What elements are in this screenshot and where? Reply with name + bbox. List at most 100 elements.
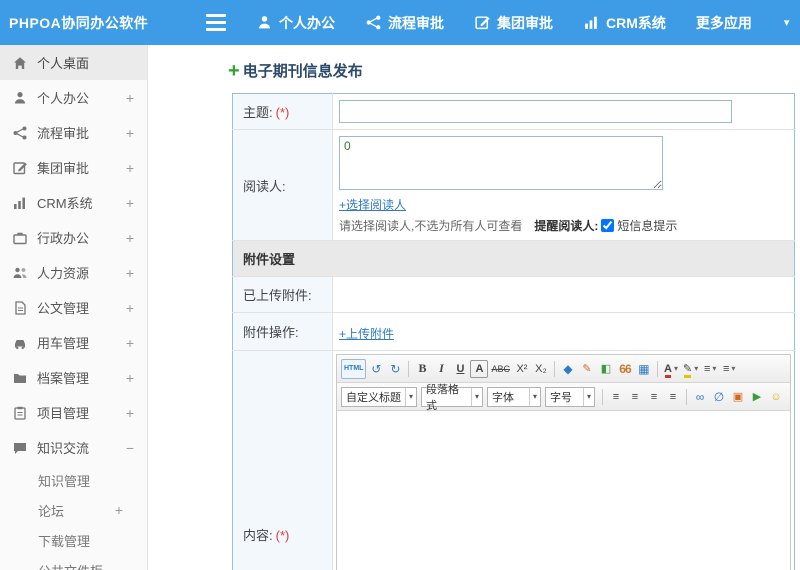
expand-icon[interactable]: + — [126, 195, 134, 211]
unordered-list-button[interactable]: ≡ ▾ — [720, 359, 738, 379]
unlink-button[interactable]: ∅ — [710, 387, 728, 407]
expand-icon[interactable]: + — [126, 125, 134, 141]
blockquote-button[interactable]: 66 — [616, 359, 634, 379]
clipboard-icon — [12, 405, 28, 421]
readers-textarea[interactable]: 0 — [339, 136, 663, 190]
chevron-down-icon: ▾ — [470, 387, 482, 406]
italic-button[interactable]: I — [432, 359, 450, 379]
sidebar-item-vehicle-mgmt[interactable]: 用车管理 + — [0, 325, 147, 360]
format-painter-button[interactable]: ✎ — [578, 359, 596, 379]
attachment-operation-row: 附件操作: +上传附件 — [232, 312, 795, 351]
subject-row: 主题: (*) — [232, 93, 795, 130]
collapse-icon[interactable]: − — [126, 440, 134, 456]
paragraph-format-select[interactable]: 段落格式 ▾ — [421, 384, 483, 410]
sidebar-item-forum[interactable]: 论坛 + — [0, 495, 147, 525]
ordered-list-button[interactable]: ≡ ▾ — [701, 359, 719, 379]
font-size-select[interactable]: 字号 ▾ — [545, 386, 595, 407]
font-family-select[interactable]: 字体 ▾ — [487, 386, 541, 407]
menu-toggle-icon[interactable] — [206, 14, 226, 31]
edit-square-icon — [474, 14, 491, 31]
sidebar-item-admin-office[interactable]: 行政办公 + — [0, 220, 147, 255]
nav-personal-office[interactable]: 个人办公 — [256, 13, 335, 33]
upload-attachment-link[interactable]: +上传附件 — [339, 325, 394, 342]
sidebar-item-document-mgmt[interactable]: 公文管理 + — [0, 290, 147, 325]
sidebar-item-project-mgmt[interactable]: 项目管理 + — [0, 395, 147, 430]
chevron-down-icon: ▾ — [731, 364, 736, 373]
expand-icon[interactable]: + — [126, 405, 134, 421]
custom-title-select[interactable]: 自定义标题 ▾ — [341, 386, 417, 407]
expand-icon[interactable]: + — [126, 335, 134, 351]
emoticon-button[interactable]: ☺ — [767, 387, 785, 407]
readers-hint-line: 请选择阅读人,不选为所有人可查看 提醒阅读人: 短信息提示 — [339, 217, 788, 234]
align-center-button[interactable]: ≡ — [626, 387, 644, 407]
align-right-button[interactable]: ≡ — [645, 387, 663, 407]
sidebar-item-group-approval[interactable]: 集团审批 + — [0, 150, 147, 185]
sidebar-item-knowledge-mgmt[interactable]: 知识管理 — [0, 465, 147, 495]
insert-table-button[interactable]: ▦ — [635, 359, 653, 379]
page-title-text: 电子期刊信息发布 — [242, 63, 363, 80]
nav-crm[interactable]: CRM系统 — [583, 13, 666, 33]
editor-canvas[interactable] — [337, 411, 790, 570]
insert-media-button[interactable]: ▶ — [748, 387, 766, 407]
workflow-icon — [365, 14, 382, 31]
font-style-button[interactable]: A — [470, 359, 489, 378]
expand-icon[interactable]: + — [126, 230, 134, 246]
toolbar-separator — [408, 360, 410, 377]
highlight-color-button[interactable]: ✎ ▾ — [681, 359, 700, 379]
style-brush-button[interactable]: ◧ — [597, 359, 615, 379]
justify-button[interactable]: ≡ — [664, 387, 682, 407]
nav-workflow-approval[interactable]: 流程审批 — [365, 13, 444, 33]
nav-group-approval[interactable]: 集团审批 — [474, 13, 553, 33]
select-readers-link[interactable]: +选择阅读人 — [339, 196, 406, 213]
source-code-button[interactable]: HTML — [341, 358, 367, 379]
superscript-button[interactable]: X² — [513, 359, 531, 379]
sidebar-item-download-mgmt[interactable]: 下载管理 — [0, 525, 147, 555]
sms-checkbox[interactable] — [601, 219, 615, 232]
font-color-button[interactable]: A ▾ — [662, 359, 680, 379]
expand-icon[interactable]: + — [126, 370, 134, 386]
expand-icon[interactable]: + — [126, 160, 134, 176]
font-family-select-label: 字体 — [492, 391, 514, 404]
nav-more-apps[interactable]: 更多应用 — [696, 13, 752, 33]
sidebar-item-personal-office[interactable]: 个人办公 + — [0, 80, 147, 115]
expand-icon[interactable]: + — [126, 265, 134, 281]
chevron-down-icon[interactable]: ▾ — [784, 16, 790, 29]
subject-input[interactable] — [339, 100, 732, 123]
redo-button[interactable]: ↻ — [386, 359, 404, 379]
sidebar-item-knowledge-exchange[interactable]: 知识交流 − — [0, 430, 147, 465]
chevron-down-icon: ▾ — [528, 387, 540, 406]
bold-button[interactable]: B — [413, 359, 431, 379]
sidebar-item-public-file-cabinet[interactable]: 公共文件柜 — [0, 555, 147, 570]
align-left-button[interactable]: ≡ — [607, 387, 625, 407]
undo-button[interactable]: ↺ — [367, 359, 385, 379]
sidebar-item-archive-mgmt[interactable]: 档案管理 + — [0, 360, 147, 395]
strikethrough-button[interactable]: ABC — [489, 359, 512, 379]
attachment-section-row: 附件设置 — [232, 240, 795, 277]
app-title: PHPOA协同办公软件 — [9, 14, 149, 31]
content-label: 内容: — [243, 527, 273, 543]
person-icon — [256, 14, 273, 31]
briefcase-icon — [12, 230, 28, 246]
expand-icon[interactable]: + — [115, 502, 123, 518]
sidebar-item-workflow-approval[interactable]: 流程审批 + — [0, 115, 147, 150]
folder-icon — [12, 370, 28, 386]
sidebar: 个人桌面 个人办公 + 流程审批 + 集团审批 + CRM系统 + 行政办公 +… — [0, 45, 148, 570]
sms-notify-label: 短信息提示 — [617, 219, 678, 233]
remind-readers-label: 提醒阅读人: — [534, 219, 599, 233]
underline-button[interactable]: U — [451, 359, 469, 379]
paragraph-format-select-label: 段落格式 — [426, 383, 459, 411]
home-icon — [12, 55, 28, 71]
chevron-down-icon: ▾ — [404, 387, 416, 406]
expand-icon[interactable]: + — [126, 90, 134, 106]
expand-icon[interactable]: + — [126, 300, 134, 316]
edit-square-icon — [12, 160, 28, 176]
insert-link-button[interactable]: ∞ — [691, 387, 709, 407]
remove-format-button[interactable]: ◆ — [559, 359, 577, 379]
subscript-button[interactable]: X₂ — [532, 359, 550, 379]
sidebar-item-personal-desktop[interactable]: 个人桌面 — [0, 45, 147, 80]
attachment-operation-label: 附件操作: — [243, 325, 299, 340]
sidebar-item-hr[interactable]: 人力资源 + — [0, 255, 147, 290]
insert-image-button[interactable]: ▣ — [729, 387, 747, 407]
sidebar-item-crm[interactable]: CRM系统 + — [0, 185, 147, 220]
readers-hint: 请选择阅读人,不选为所有人可查看 — [339, 219, 523, 233]
